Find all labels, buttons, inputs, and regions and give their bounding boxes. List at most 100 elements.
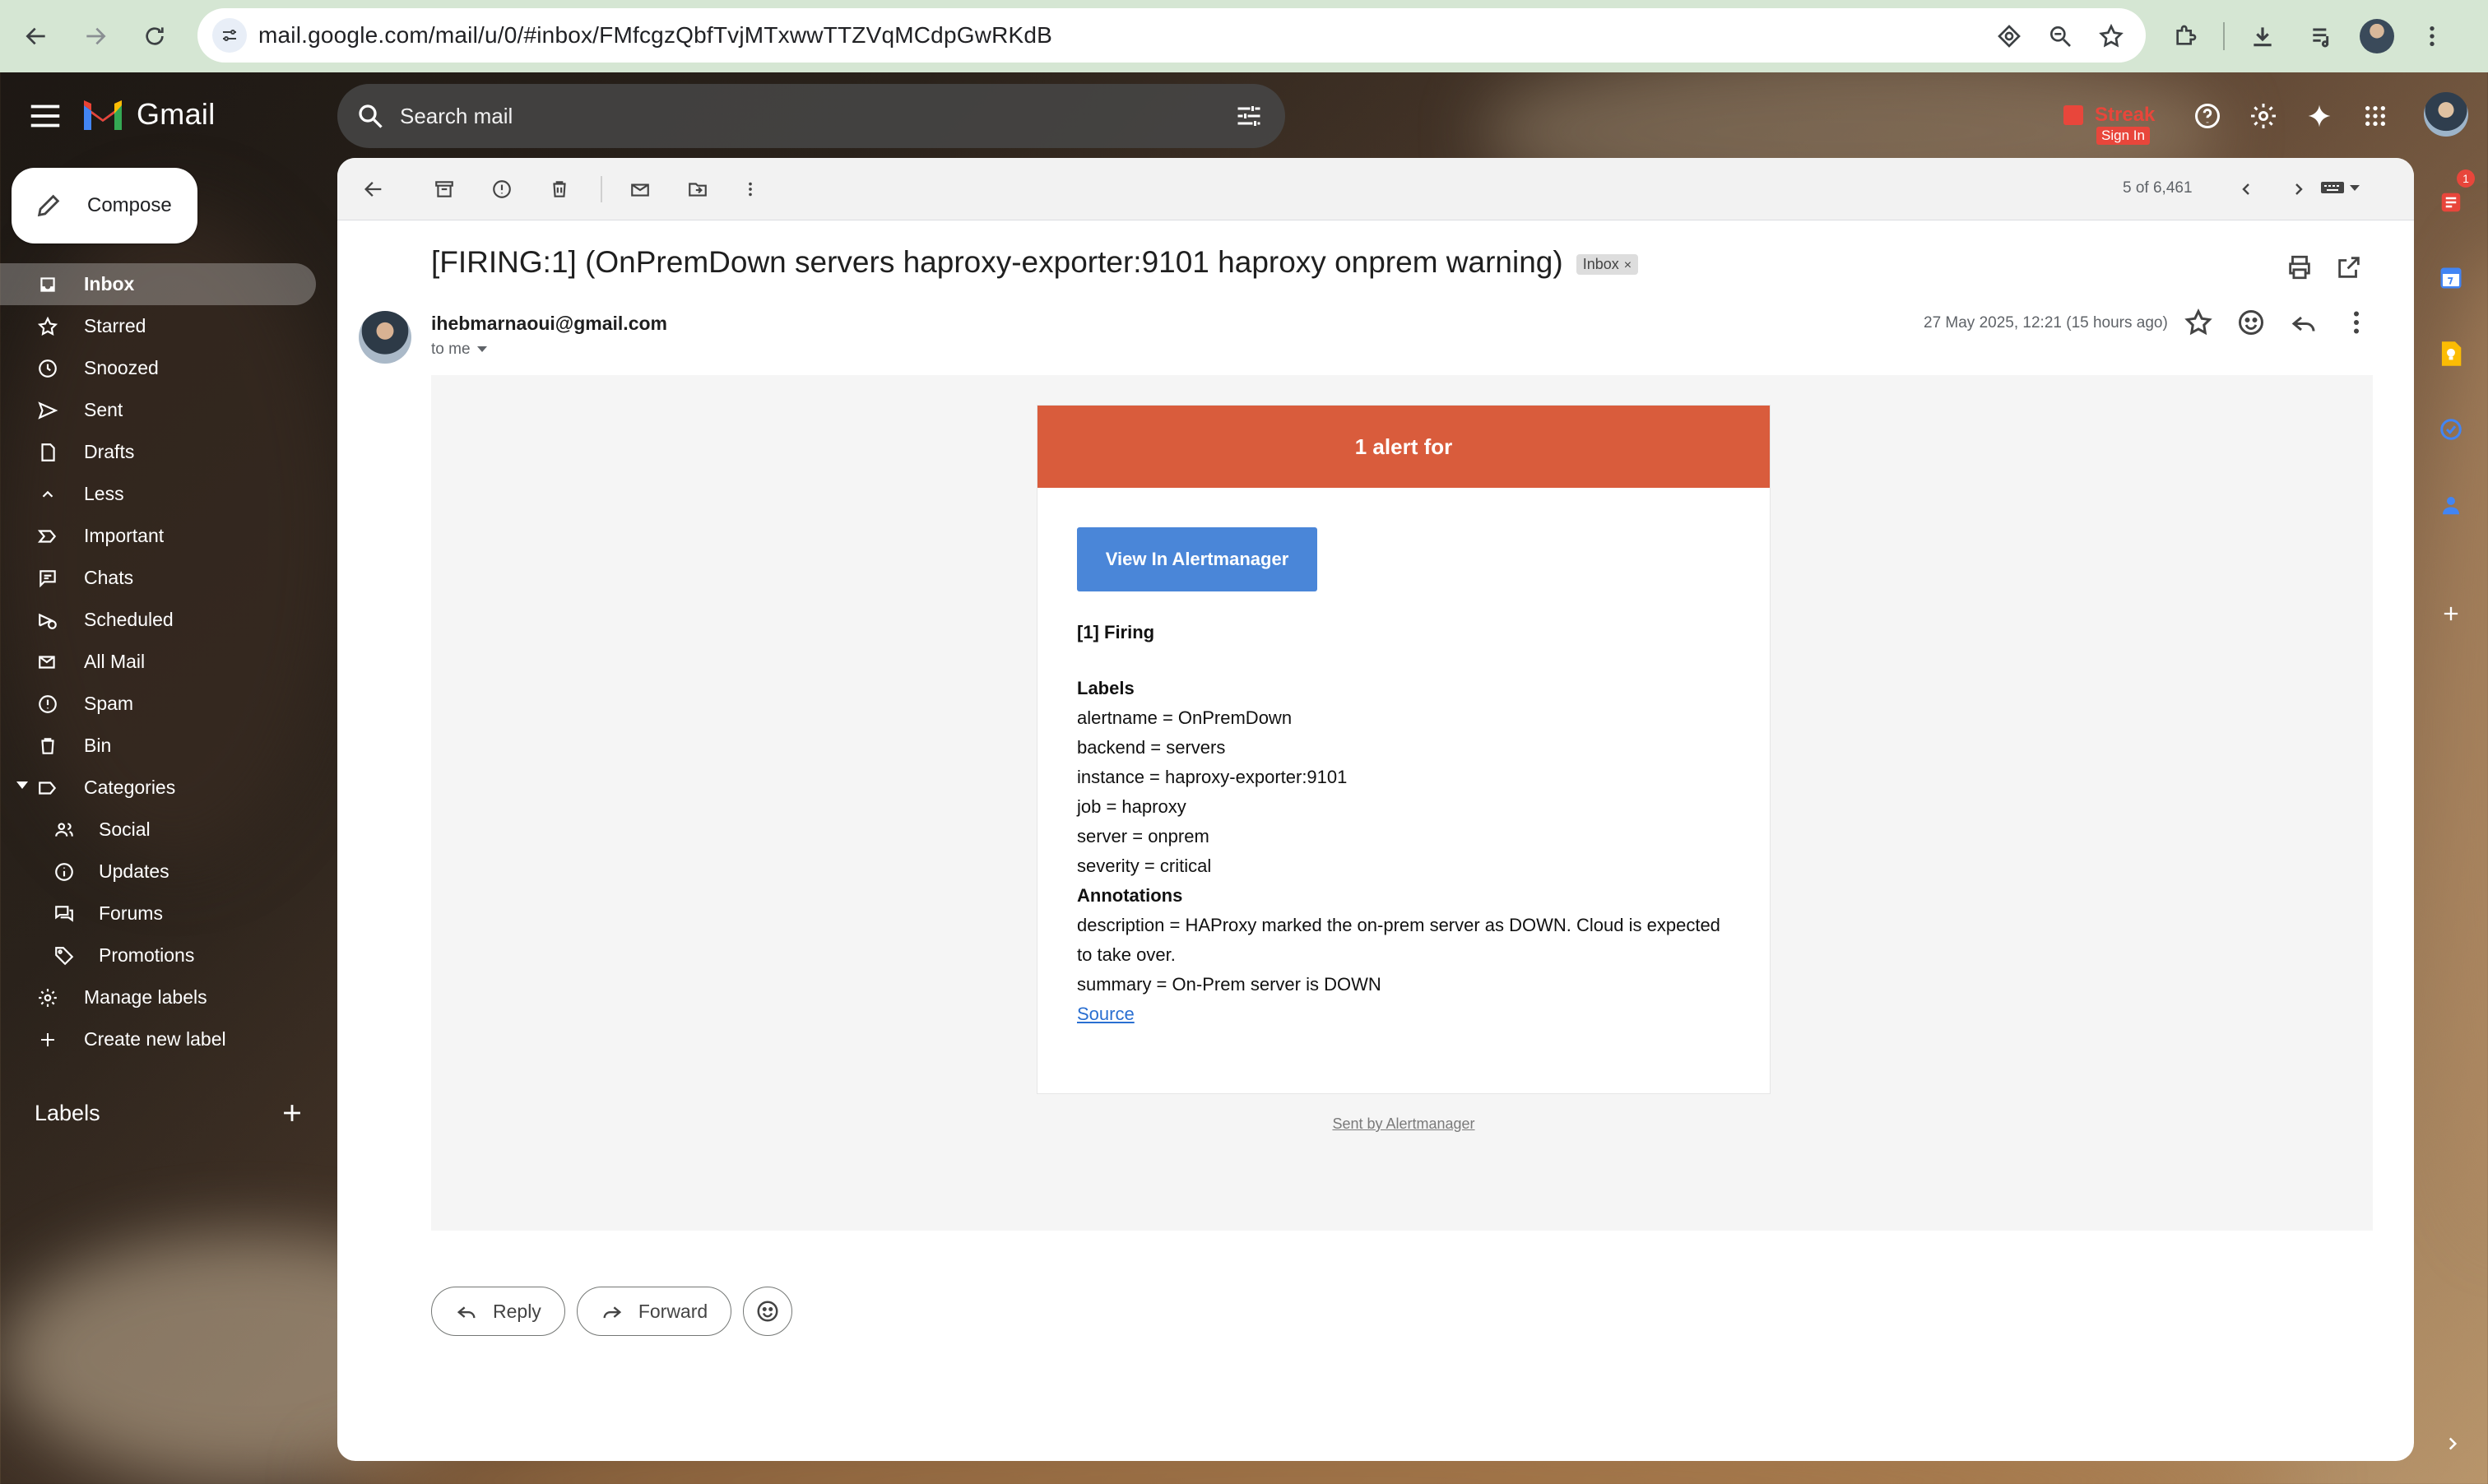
source-link[interactable]: Source xyxy=(1077,1004,1135,1024)
streak-signin-badge[interactable]: Sign In xyxy=(2096,127,2150,145)
sidebar-item-create-label[interactable]: Create new label xyxy=(0,1018,329,1060)
sidebar-item-label: Scheduled xyxy=(84,609,174,630)
sidebar-item-label: Snoozed xyxy=(84,357,159,378)
streak-icon xyxy=(2063,105,2083,125)
archive-icon[interactable] xyxy=(428,173,461,206)
emoji-reaction-button[interactable] xyxy=(743,1287,793,1336)
url-text[interactable]: mail.google.com/mail/u/0/#inbox/FMfcgzQb… xyxy=(258,22,1052,49)
sent-by-link[interactable]: Sent by Alertmanager xyxy=(1037,1115,1771,1133)
mark-unread-icon[interactable] xyxy=(624,173,657,206)
sidebar-item-scheduled[interactable]: Scheduled xyxy=(0,599,329,641)
sender-avatar[interactable] xyxy=(359,311,411,364)
get-addons-item[interactable] xyxy=(2422,576,2480,652)
sidebar-item-drafts[interactable]: Drafts xyxy=(0,431,329,473)
star-message-icon[interactable] xyxy=(2184,308,2213,337)
sidebar-item-sent[interactable]: Sent xyxy=(0,389,329,431)
gmail-logo[interactable]: Gmail xyxy=(81,97,216,132)
add-label-plus-icon[interactable] xyxy=(278,1099,306,1127)
hide-side-panel-chevron-icon[interactable] xyxy=(2442,1433,2463,1454)
search-bar[interactable] xyxy=(337,84,1285,148)
sidebar-item-snoozed[interactable]: Snoozed xyxy=(0,347,329,389)
zoom-icon[interactable] xyxy=(2042,18,2078,54)
label-line: severity = critical xyxy=(1077,856,1212,876)
back-to-inbox-icon[interactable] xyxy=(357,173,390,206)
media-control-icon[interactable] xyxy=(2300,15,2343,58)
search-options-icon[interactable] xyxy=(1234,101,1264,131)
open-new-window-icon[interactable] xyxy=(2335,253,2363,281)
report-spam-icon[interactable] xyxy=(485,173,518,206)
sidebar-item-promotions[interactable]: Promotions xyxy=(0,934,329,976)
expand-caret-icon[interactable] xyxy=(16,781,28,789)
bookmark-star-icon[interactable] xyxy=(2093,18,2129,54)
sidebar-item-bin[interactable]: Bin xyxy=(0,725,329,767)
sidebar-item-less[interactable]: Less xyxy=(0,473,329,515)
streak-extension[interactable]: Streak Sign In xyxy=(2063,102,2159,145)
newer-chevron-left-icon[interactable] xyxy=(2230,173,2263,206)
back-arrow-icon[interactable] xyxy=(15,15,58,58)
sidebar-item-inbox[interactable]: Inbox xyxy=(0,263,316,305)
browser-profile-avatar[interactable] xyxy=(2360,19,2394,53)
sidebar-item-forums[interactable]: Forums xyxy=(0,893,329,934)
sidebar-item-label: Promotions xyxy=(99,944,195,966)
sidebar-item-label: Categories xyxy=(84,777,176,798)
message-more-icon[interactable] xyxy=(2342,308,2371,337)
remove-label-icon[interactable]: × xyxy=(1624,258,1632,272)
browser-toolbar: mail.google.com/mail/u/0/#inbox/FMfcgzQb… xyxy=(0,0,2488,72)
streak-panel-item[interactable]: 1 xyxy=(2422,165,2480,240)
reload-icon[interactable] xyxy=(133,15,176,58)
subject-text: [FIRING:1] (OnPremDown servers haproxy-e… xyxy=(431,245,1563,279)
reply-button[interactable]: Reply xyxy=(431,1287,565,1336)
add-reaction-icon[interactable] xyxy=(2236,308,2266,337)
input-tools-keyboard-icon[interactable] xyxy=(2320,178,2360,197)
forward-button[interactable]: Forward xyxy=(576,1287,732,1336)
gemini-sparkle-icon[interactable] xyxy=(2300,97,2338,135)
sidebar-item-spam[interactable]: Spam xyxy=(0,683,329,725)
sidebar-item-manage-labels[interactable]: Manage labels xyxy=(0,976,329,1018)
print-icon[interactable] xyxy=(2286,253,2314,281)
notification-badge: 1 xyxy=(2457,169,2475,188)
labels-title: Labels xyxy=(1077,678,1135,698)
site-settings-icon[interactable] xyxy=(212,18,247,53)
older-chevron-right-icon[interactable] xyxy=(2282,173,2315,206)
compose-button[interactable]: Compose xyxy=(12,168,197,243)
browser-menu-icon[interactable] xyxy=(2411,15,2453,58)
address-bar[interactable]: mail.google.com/mail/u/0/#inbox/FMfcgzQb… xyxy=(197,8,2146,63)
tasks-panel-item[interactable] xyxy=(2422,392,2480,467)
divider xyxy=(2223,22,2225,50)
recipient-details-caret-icon[interactable] xyxy=(476,346,487,353)
sidebar-item-updates[interactable]: Updates xyxy=(0,851,329,893)
reply-icon[interactable] xyxy=(2289,308,2319,337)
apps-grid-icon[interactable] xyxy=(2356,97,2394,135)
view-in-alertmanager-button[interactable]: View In Alertmanager xyxy=(1077,527,1317,591)
search-icon[interactable] xyxy=(355,101,385,131)
settings-gear-icon[interactable] xyxy=(2244,97,2282,135)
sidebar-item-starred[interactable]: Starred xyxy=(0,305,329,347)
help-icon[interactable] xyxy=(2189,97,2226,135)
move-to-icon[interactable] xyxy=(681,173,714,206)
keep-panel-item[interactable] xyxy=(2422,316,2480,392)
inbox-label-chip[interactable]: Inbox × xyxy=(1576,253,1639,275)
delete-icon[interactable] xyxy=(543,173,576,206)
gear-icon xyxy=(36,986,59,1009)
main-menu-icon[interactable] xyxy=(26,97,64,135)
more-options-icon[interactable] xyxy=(734,173,767,206)
sidebar-item-social[interactable]: Social xyxy=(0,809,329,851)
sidebar-item-label: All Mail xyxy=(84,651,146,672)
lens-icon[interactable] xyxy=(1991,18,2027,54)
sidebar-item-all-mail[interactable]: All Mail xyxy=(0,641,329,683)
calendar-panel-item[interactable] xyxy=(2422,240,2480,316)
sidebar-item-label: Updates xyxy=(99,860,169,882)
forward-arrow-icon[interactable] xyxy=(74,15,117,58)
contacts-panel-item[interactable] xyxy=(2422,467,2480,543)
extensions-icon[interactable] xyxy=(2164,15,2207,58)
account-avatar[interactable] xyxy=(2424,92,2468,137)
download-icon[interactable] xyxy=(2241,15,2284,58)
sidebar-item-categories[interactable]: Categories xyxy=(0,767,329,809)
streak-label: Streak xyxy=(2095,104,2156,126)
chat-icon xyxy=(36,567,59,590)
sender-email[interactable]: ihebmarnaoui@gmail.com xyxy=(431,313,667,335)
recipient-line[interactable]: to me xyxy=(431,341,487,359)
search-input[interactable] xyxy=(400,103,1234,129)
sidebar-item-chats[interactable]: Chats xyxy=(0,557,329,599)
sidebar-item-important[interactable]: Important xyxy=(0,515,329,557)
